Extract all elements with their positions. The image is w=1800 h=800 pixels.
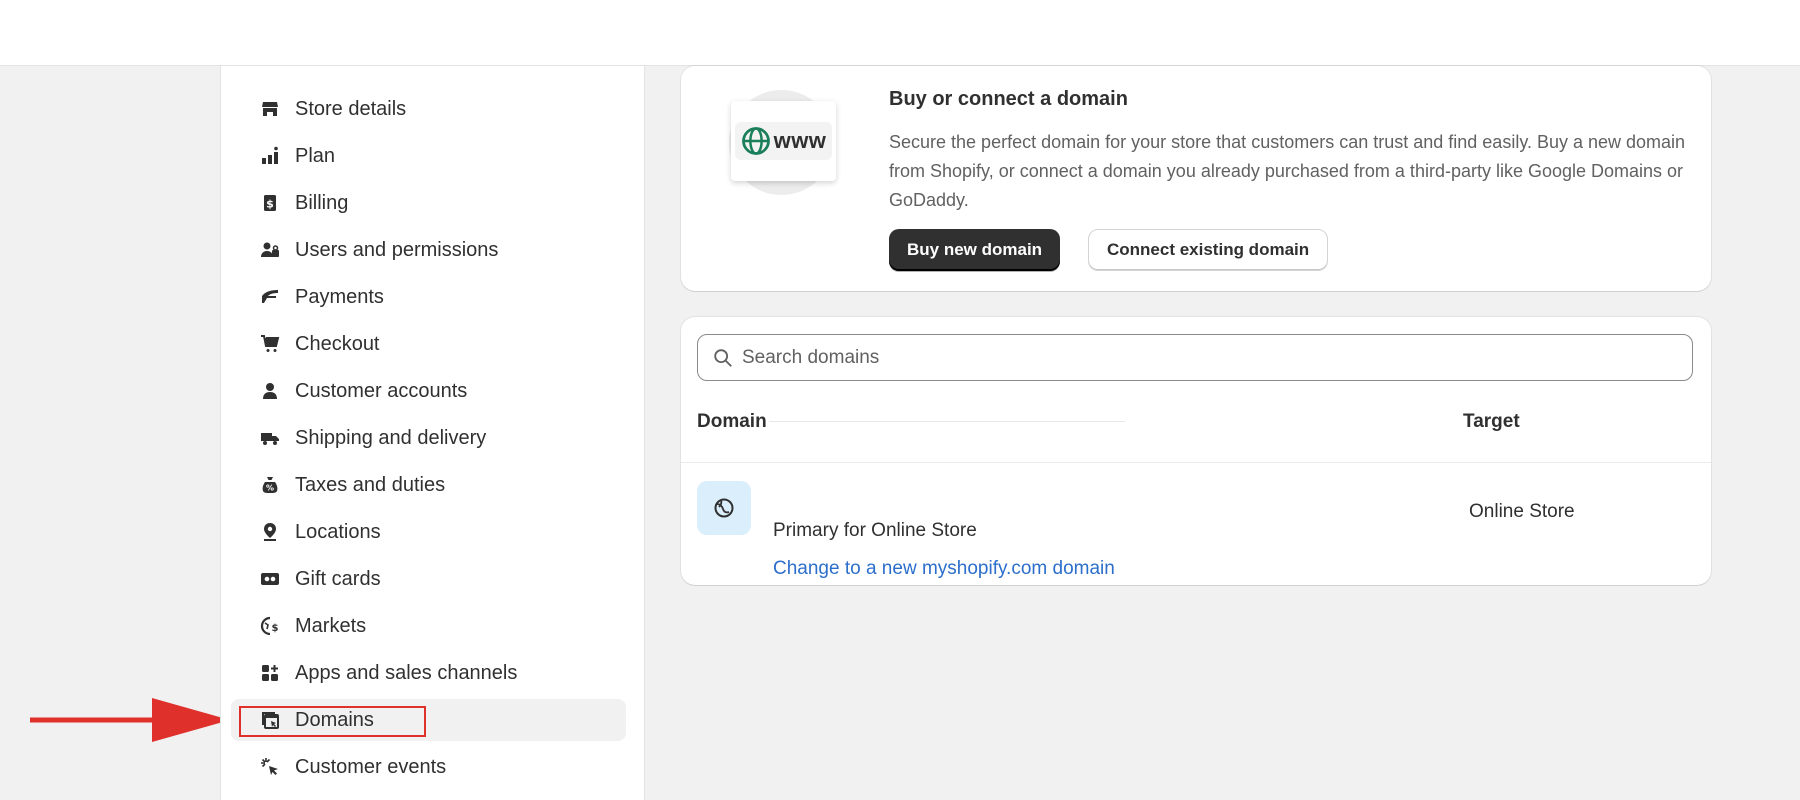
billing-icon: $ xyxy=(259,192,281,214)
store-icon xyxy=(259,98,281,120)
person-icon xyxy=(259,380,281,402)
gift-card-icon xyxy=(259,568,281,590)
sidebar-item-markets[interactable]: $ Markets xyxy=(231,605,626,647)
sidebar-item-label: Customer events xyxy=(295,755,447,778)
change-myshopify-domain-link[interactable]: Change to a new myshopify.com domain xyxy=(773,558,1115,580)
sidebar-item-users[interactable]: Users and permissions xyxy=(231,229,626,271)
sidebar-item-gift-cards[interactable]: Gift cards xyxy=(231,558,626,600)
globe-dollar-icon: $ xyxy=(259,615,281,637)
sidebar-item-label: Checkout xyxy=(295,332,380,355)
redacted-domain-name xyxy=(769,422,1125,462)
column-header-target: Target xyxy=(1463,411,1520,432)
tax-bag-icon: % xyxy=(259,474,281,496)
settings-sidebar: Store details Plan $ Billing Users and p… xyxy=(220,66,645,800)
svg-text:%: % xyxy=(266,484,274,493)
sidebar-item-label: Domains xyxy=(295,708,374,731)
cart-icon xyxy=(259,333,281,355)
sidebar-item-label: Payments xyxy=(295,285,384,308)
globe-icon xyxy=(741,127,770,155)
sidebar-item-label: Plan xyxy=(295,144,336,167)
domain-row-icon xyxy=(697,481,751,535)
sidebar-item-plan[interactable]: Plan xyxy=(231,135,626,177)
sidebar-item-domains[interactable]: Domains xyxy=(231,699,626,741)
sidebar-item-label: Billing xyxy=(295,191,349,214)
globe-icon xyxy=(714,498,734,518)
sidebar-item-label: Markets xyxy=(295,614,367,637)
search-field[interactable] xyxy=(697,334,1693,381)
promo-title: Buy or connect a domain xyxy=(889,88,1128,110)
sidebar-item-locations[interactable]: Locations xyxy=(231,511,626,553)
www-label: www xyxy=(773,128,827,153)
connect-existing-domain-button[interactable]: Connect existing domain xyxy=(1088,229,1329,271)
sidebar-item-apps[interactable]: Apps and sales channels xyxy=(231,652,626,694)
www-illustration: www xyxy=(731,101,836,181)
sidebar-item-label: Users and permissions xyxy=(295,238,499,261)
sidebar-item-customer-events[interactable]: Customer events xyxy=(231,746,626,788)
cursor-click-icon xyxy=(259,756,281,778)
top-bar xyxy=(0,0,1800,66)
sidebar-item-billing[interactable]: $ Billing xyxy=(231,182,626,224)
domain-target-value: Online Store xyxy=(1469,501,1575,522)
domains-list-card: Domain Target Primary for Online Store C… xyxy=(681,317,1711,585)
sidebar-item-label: Locations xyxy=(295,520,381,543)
sidebar-item-shipping[interactable]: Shipping and delivery xyxy=(231,417,626,459)
sidebar-item-checkout[interactable]: Checkout xyxy=(231,323,626,365)
sidebar-item-label: Gift cards xyxy=(295,567,381,590)
sidebar-item-label: Store details xyxy=(295,97,407,120)
domains-icon xyxy=(259,709,281,731)
svg-text:$: $ xyxy=(266,198,274,211)
sidebar-item-taxes[interactable]: % Taxes and duties xyxy=(231,464,626,506)
sidebar-item-label: Apps and sales channels xyxy=(295,661,518,684)
location-pin-icon xyxy=(259,521,281,543)
column-header-domain: Domain xyxy=(697,411,767,432)
payments-icon xyxy=(259,286,281,308)
search-domains-input[interactable] xyxy=(742,346,1642,369)
sidebar-item-label: Shipping and delivery xyxy=(295,426,487,449)
sidebar-item-store-details[interactable]: Store details xyxy=(231,88,626,130)
annotation-arrow xyxy=(30,698,230,742)
sidebar-item-label: Customer accounts xyxy=(295,379,468,402)
domain-primary-label: Primary for Online Store xyxy=(773,520,977,541)
sidebar-item-customer-accounts[interactable]: Customer accounts xyxy=(231,370,626,412)
buy-new-domain-button[interactable]: Buy new domain xyxy=(889,229,1061,271)
buy-connect-domain-card: www Buy or connect a domain Secure the p… xyxy=(681,66,1711,291)
promo-description: Secure the perfect domain for your store… xyxy=(889,132,1686,210)
sidebar-item-label: Taxes and duties xyxy=(295,473,446,496)
search-icon xyxy=(714,348,732,367)
apps-icon xyxy=(259,662,281,684)
svg-text:$: $ xyxy=(272,623,279,634)
users-icon xyxy=(259,239,281,261)
table-header-separator xyxy=(681,462,1711,463)
truck-icon xyxy=(259,427,281,449)
plan-icon xyxy=(259,145,281,167)
sidebar-item-payments[interactable]: Payments xyxy=(231,276,626,318)
main-content: www Buy or connect a domain Secure the p… xyxy=(681,66,1711,585)
